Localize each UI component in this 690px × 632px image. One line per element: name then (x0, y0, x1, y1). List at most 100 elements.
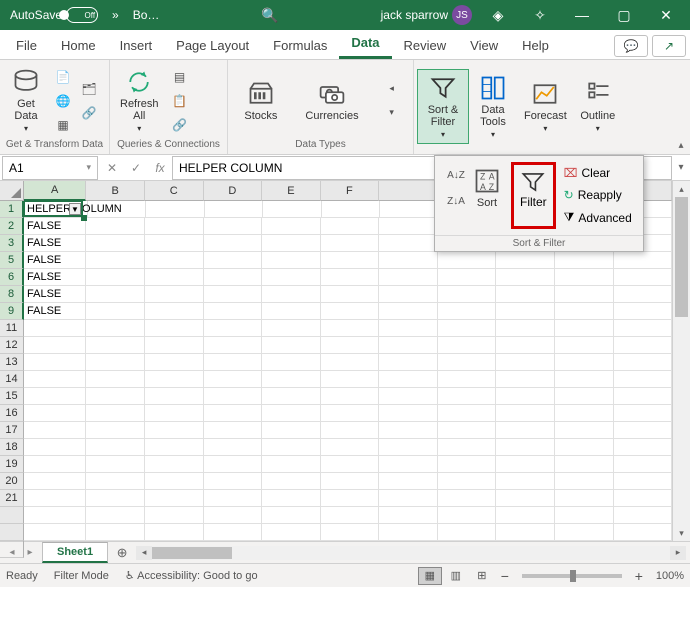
horizontal-scrollbar[interactable]: ◂ ▸ (136, 546, 686, 560)
cell[interactable] (86, 269, 145, 286)
cell[interactable] (321, 490, 380, 507)
recent-sources-icon[interactable]: 🗂 (78, 78, 100, 100)
cell[interactable] (321, 456, 380, 473)
cell[interactable] (24, 371, 86, 388)
from-table-icon[interactable]: ▦ (52, 114, 74, 136)
cell[interactable] (204, 524, 263, 541)
cell[interactable] (145, 422, 204, 439)
row-header[interactable] (0, 524, 24, 541)
stocks-button[interactable]: Stocks (238, 76, 283, 126)
cell[interactable] (321, 354, 380, 371)
zoom-thumb[interactable] (570, 570, 576, 582)
cell[interactable] (496, 371, 555, 388)
cell[interactable] (86, 405, 145, 422)
view-normal-button[interactable]: ▦ (418, 567, 442, 585)
row-header[interactable]: 12 (0, 337, 24, 354)
maximize-button[interactable]: ▢ (604, 0, 644, 30)
cell[interactable] (86, 320, 145, 337)
zoom-in-button[interactable]: + (630, 568, 648, 584)
row-header[interactable]: 13 (0, 354, 24, 371)
cell[interactable] (321, 388, 380, 405)
cell[interactable] (86, 303, 145, 320)
cell[interactable] (555, 490, 614, 507)
cell[interactable] (145, 456, 204, 473)
cell[interactable] (379, 354, 438, 371)
hscroll-right[interactable]: ▸ (670, 546, 686, 560)
cell[interactable] (438, 456, 497, 473)
cell[interactable] (145, 354, 204, 371)
cell[interactable] (262, 354, 321, 371)
cell[interactable] (24, 354, 86, 371)
cell[interactable] (496, 439, 555, 456)
cell[interactable] (262, 337, 321, 354)
cell[interactable] (204, 439, 263, 456)
row-header[interactable]: 8 (0, 286, 24, 303)
cell[interactable]: FALSE (24, 303, 86, 320)
cell[interactable] (204, 252, 263, 269)
cell[interactable] (262, 439, 321, 456)
cell[interactable] (614, 524, 672, 541)
cell[interactable] (86, 456, 145, 473)
cell[interactable] (379, 320, 438, 337)
edit-links-icon[interactable]: 🔗 (169, 114, 191, 136)
cell[interactable] (379, 218, 438, 235)
cell[interactable] (24, 422, 86, 439)
cell[interactable] (496, 252, 555, 269)
cell[interactable] (321, 524, 380, 541)
cell[interactable] (496, 507, 555, 524)
cell[interactable] (496, 269, 555, 286)
cell[interactable] (438, 490, 497, 507)
row-header[interactable]: 9 (0, 303, 24, 320)
cell[interactable] (204, 320, 263, 337)
column-header-B[interactable]: B (86, 181, 145, 201)
hscroll-track[interactable] (152, 546, 670, 560)
cell[interactable] (321, 252, 380, 269)
sheet-tab-active[interactable]: Sheet1 (42, 542, 108, 563)
cell[interactable] (438, 337, 497, 354)
cell[interactable] (379, 524, 438, 541)
advanced-filter-button[interactable]: ⧩Advanced (560, 208, 636, 227)
cell[interactable] (86, 524, 145, 541)
cell[interactable] (204, 473, 263, 490)
zoom-slider[interactable] (522, 574, 622, 578)
tab-insert[interactable]: Insert (108, 32, 165, 59)
tab-review[interactable]: Review (392, 32, 459, 59)
cell[interactable] (438, 524, 497, 541)
cell[interactable] (204, 456, 263, 473)
tab-help[interactable]: Help (510, 32, 561, 59)
cell[interactable] (614, 490, 672, 507)
column-header-A[interactable]: A (24, 181, 86, 201)
cell[interactable] (262, 252, 321, 269)
cell[interactable] (24, 507, 86, 524)
diamond-icon[interactable]: ◈ (478, 0, 518, 30)
from-text-icon[interactable]: 📄 (52, 66, 74, 88)
share-button[interactable]: ↗ (652, 35, 686, 57)
cell[interactable] (321, 405, 380, 422)
cell[interactable] (555, 388, 614, 405)
cell[interactable] (380, 201, 438, 218)
sort-desc-button[interactable]: Z↓A (445, 190, 467, 212)
cell[interactable] (262, 473, 321, 490)
cell[interactable] (145, 439, 204, 456)
tab-view[interactable]: View (458, 32, 510, 59)
cell[interactable] (145, 524, 204, 541)
fill-handle[interactable] (81, 215, 87, 221)
cell[interactable] (438, 354, 497, 371)
cell[interactable] (496, 524, 555, 541)
cell[interactable] (262, 456, 321, 473)
cell[interactable] (496, 388, 555, 405)
cell[interactable] (262, 490, 321, 507)
tab-home[interactable]: Home (49, 32, 108, 59)
cell[interactable] (555, 286, 614, 303)
row-header[interactable] (0, 541, 24, 558)
cell[interactable] (24, 473, 86, 490)
cell[interactable] (496, 422, 555, 439)
cell[interactable] (321, 422, 380, 439)
cell[interactable] (321, 235, 380, 252)
cell[interactable] (379, 456, 438, 473)
minimize-button[interactable]: — (562, 0, 602, 30)
confirm-formula-button[interactable]: ✓ (124, 156, 148, 180)
currencies-button[interactable]: Currencies (299, 76, 364, 126)
cell[interactable] (438, 303, 497, 320)
collapse-ribbon-button[interactable]: ▴ (672, 60, 690, 155)
